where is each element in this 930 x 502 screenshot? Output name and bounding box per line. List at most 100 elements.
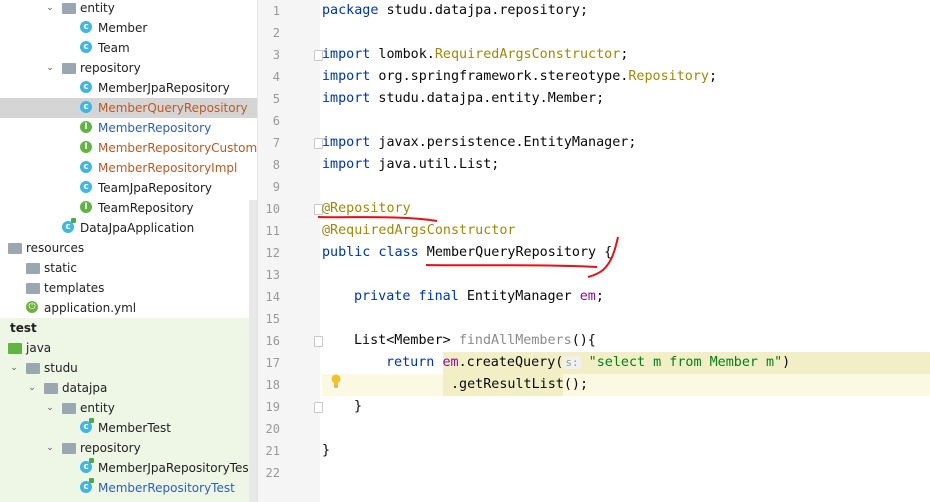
folder-icon (26, 361, 40, 375)
tree-item[interactable]: ⌄ repository (0, 438, 257, 458)
folder-icon (62, 401, 76, 415)
interface-icon: I (80, 121, 94, 135)
tree-item-label: datajpa (62, 381, 108, 395)
tree-item[interactable]: I TeamRepository (0, 198, 257, 218)
line-number: 7 (272, 136, 280, 150)
folder-icon (62, 1, 76, 15)
folder-icon (26, 261, 40, 275)
tree-item-label: application.yml (44, 301, 137, 315)
chevron-down-icon[interactable]: ⌄ (27, 378, 37, 398)
tree-item[interactable]: static (0, 258, 257, 278)
code-line-1: package studu.datajpa.repository; (322, 3, 589, 18)
code-line-8: import java.util.List; (322, 157, 500, 172)
tree-item-label: studu (44, 361, 78, 375)
line-number: 20 (265, 422, 280, 436)
tree-item-label: resources (26, 241, 85, 255)
line-number: 2 (272, 26, 280, 40)
test-folder-icon (8, 341, 22, 355)
tree-item-label: test (10, 321, 37, 335)
line-number: 18 (265, 378, 280, 392)
project-tree: ⌄ entity c Member c Team ⌄ repository c MemberJpa… (0, 0, 258, 502)
class-icon: c (80, 81, 94, 95)
tree-item[interactable]: c MemberRepositoryTest (0, 478, 257, 498)
tree-item[interactable]: c Team (0, 38, 257, 58)
line-number: 11 (265, 224, 280, 238)
tree-item-label: MemberTest (98, 421, 171, 435)
tree-item-label: MemberRepository (98, 121, 212, 135)
interface-icon: I (80, 201, 94, 215)
tree-item[interactable]: c MemberJpaRepository (0, 78, 257, 98)
line-number: 13 (265, 268, 280, 282)
test-class-icon: c (80, 458, 94, 475)
code-line-5: import studu.datajpa.entity.Member; (322, 91, 605, 106)
code-line-14: private final EntityManager em; (354, 289, 604, 304)
code-line-17: return em.createQuery(s: "select m from … (386, 355, 791, 370)
tree-item[interactable]: c Member (0, 18, 257, 38)
line-number: 5 (272, 92, 280, 106)
tree-item-label: java (26, 341, 52, 355)
tree-item-label: MemberJpaRepository (98, 81, 230, 95)
line-number: 16 (265, 334, 280, 348)
tree-item[interactable]: ⌄ studu (0, 358, 257, 378)
tree-item-label: MemberRepositoryImpl (98, 161, 238, 175)
tree-item-label: MemberRepositoryCustom (98, 141, 258, 155)
chevron-down-icon[interactable]: ⌄ (9, 358, 19, 378)
tree-item-label: static (44, 261, 77, 275)
line-number: 12 (265, 246, 280, 260)
code-line-11: @RequiredArgsConstructor (322, 223, 516, 238)
tree-item[interactable]: test (0, 318, 257, 338)
line-number: 15 (265, 312, 280, 326)
code-line-10: @Repository (322, 201, 411, 216)
tree-item-label: templates (44, 281, 105, 295)
tree-item-label: entity (80, 401, 115, 415)
tree-item[interactable]: c DataJpaApplication (0, 218, 257, 238)
line-number: 4 (272, 70, 280, 84)
chevron-down-icon[interactable]: ⌄ (45, 398, 55, 418)
tree-item[interactable]: ⌄ entity (0, 0, 257, 18)
code-line-3: import lombok.RequiredArgsConstructor; (322, 47, 629, 62)
tree-item[interactable]: ⏻ application.yml (0, 298, 257, 318)
tree-scrollbar[interactable] (249, 200, 257, 502)
tree-item[interactable]: ⌄ repository (0, 58, 257, 78)
tree-item[interactable]: c TeamJpaRepository (0, 178, 257, 198)
tree-item-label: repository (80, 61, 141, 75)
tree-item[interactable]: c MemberTest (0, 418, 257, 438)
tree-item[interactable]: c MemberQueryRepository (0, 98, 257, 118)
line-number: 9 (272, 180, 280, 194)
line-number: 10 (265, 202, 280, 216)
line-number: 21 (265, 444, 280, 458)
chevron-down-icon[interactable]: ⌄ (45, 58, 55, 78)
tree-item-label: DataJpaApplication (80, 221, 195, 235)
lightbulb-icon[interactable] (330, 374, 342, 388)
line-number: 19 (265, 400, 280, 414)
tree-item[interactable]: I MemberRepository (0, 118, 257, 138)
code-line-19: } (354, 399, 363, 414)
chevron-down-icon[interactable]: ⌄ (45, 0, 55, 18)
folder-icon (62, 441, 76, 455)
tree-item[interactable]: ⌄ datajpa (0, 378, 257, 398)
tree-item-label: MemberQueryRepository (98, 101, 248, 115)
interface-icon: I (80, 141, 94, 155)
tree-item[interactable]: c MemberRepositoryImpl (0, 158, 257, 178)
tree-item[interactable]: c MemberJpaRepositoryTest (0, 458, 257, 478)
class-icon: c (80, 161, 94, 175)
class-icon: c (80, 101, 94, 115)
line-number: 1 (272, 4, 280, 18)
line-number: 14 (265, 290, 280, 304)
code-editor[interactable]: package studu.datajpa.repository; import… (322, 0, 930, 502)
tree-item[interactable]: I MemberRepositoryCustom (0, 138, 258, 158)
tree-item[interactable]: templates (0, 278, 257, 298)
folder-icon (26, 281, 40, 295)
tree-item-label: TeamRepository (98, 201, 194, 215)
class-icon: c (80, 21, 94, 35)
tree-item[interactable]: resources (0, 238, 257, 258)
test-class-icon: c (80, 418, 94, 435)
chevron-down-icon[interactable]: ⌄ (45, 438, 55, 458)
class-icon: c (80, 41, 94, 55)
code-line-21: } (322, 443, 331, 458)
tree-item[interactable]: java (0, 338, 257, 358)
line-number: 6 (272, 114, 280, 128)
code-line-7: import javax.persistence.EntityManager; (322, 135, 637, 150)
line-number: 3 (272, 48, 280, 62)
tree-item[interactable]: ⌄ entity (0, 398, 257, 418)
